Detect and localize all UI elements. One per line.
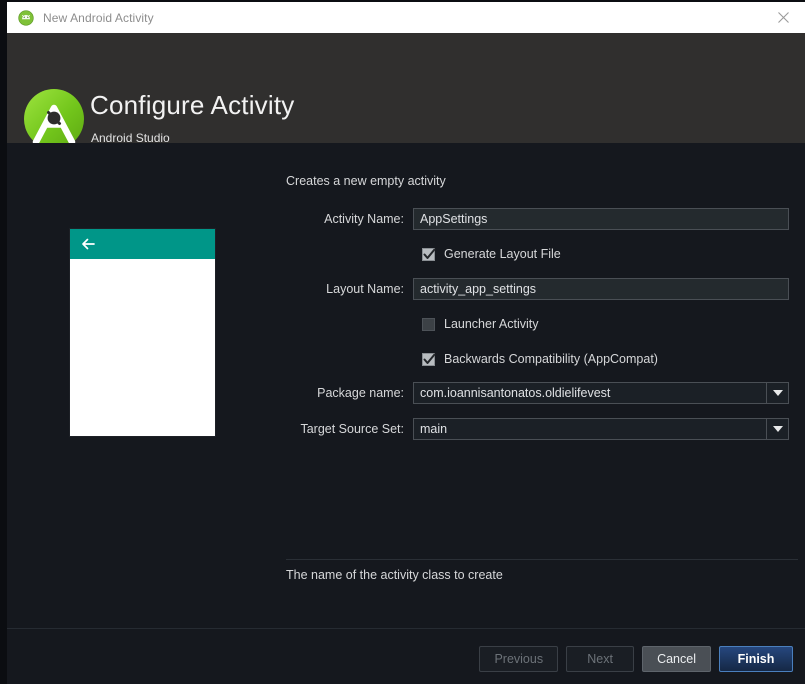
activity-form: Creates a new empty activity Activity Na…: [278, 143, 798, 628]
finish-button[interactable]: Finish: [719, 646, 793, 672]
previous-button[interactable]: Previous: [479, 646, 559, 672]
layout-name-row: Layout Name: activity_app_settings: [278, 278, 798, 300]
android-studio-logo: [23, 88, 85, 150]
target-source-set-combobox[interactable]: main: [413, 418, 789, 440]
launcher-activity-label: Launcher Activity: [444, 317, 539, 331]
android-icon: [18, 9, 34, 26]
target-source-set-row: Target Source Set: main: [278, 418, 798, 440]
package-name-row: Package name: com.ioannisantonatos.oldie…: [278, 382, 798, 404]
launcher-activity-checkbox[interactable]: [422, 317, 435, 331]
dialog-body: Creates a new empty activity Activity Na…: [7, 143, 805, 628]
activity-preview: [70, 229, 215, 436]
arrow-left-icon: [79, 235, 97, 253]
dialog-header: Configure Activity Android Studio: [7, 33, 805, 149]
form-description: Creates a new empty activity: [286, 174, 446, 188]
next-button[interactable]: Next: [566, 646, 635, 672]
chevron-down-icon[interactable]: [766, 383, 788, 403]
dialog-footer: Previous Next Cancel Finish: [7, 628, 805, 684]
backwards-compatibility-label: Backwards Compatibility (AppCompat): [444, 352, 658, 366]
target-source-set-value: main: [414, 419, 766, 439]
backwards-compatibility-checkbox[interactable]: [422, 352, 436, 366]
generate-layout-file-checkbox[interactable]: [422, 247, 436, 261]
chevron-down-icon[interactable]: [766, 419, 788, 439]
package-name-combobox[interactable]: com.ioannisantonatos.oldielifevest: [413, 382, 789, 404]
generate-layout-file-row[interactable]: Generate Layout File: [278, 244, 798, 264]
cancel-button[interactable]: Cancel: [642, 646, 711, 672]
package-name-value: com.ioannisantonatos.oldielifevest: [414, 383, 766, 403]
footer-button-group: Previous Next Cancel Finish: [479, 646, 793, 672]
layout-name-input[interactable]: activity_app_settings: [413, 278, 789, 300]
generate-layout-file-label: Generate Layout File: [444, 247, 561, 261]
target-source-set-label: Target Source Set:: [300, 422, 404, 436]
hint-text: The name of the activity class to create: [286, 568, 503, 582]
hint-separator: [286, 559, 798, 560]
layout-name-label: Layout Name:: [326, 282, 404, 296]
activity-name-row: Activity Name: AppSettings: [278, 208, 798, 230]
package-name-label: Package name:: [317, 386, 404, 400]
activity-name-input[interactable]: AppSettings: [413, 208, 789, 230]
launcher-activity-row[interactable]: Launcher Activity: [278, 314, 798, 334]
window-title: New Android Activity: [43, 10, 154, 25]
new-android-activity-dialog: New Android Activity Configure Activity …: [0, 0, 805, 684]
preview-appbar: [70, 229, 215, 259]
activity-name-label: Activity Name:: [324, 212, 404, 226]
page-title: Configure Activity: [90, 90, 295, 120]
close-icon[interactable]: [761, 2, 805, 33]
backwards-compatibility-row[interactable]: Backwards Compatibility (AppCompat): [278, 349, 798, 369]
window-titlebar: New Android Activity: [7, 2, 805, 33]
preview-canvas: [70, 259, 215, 436]
